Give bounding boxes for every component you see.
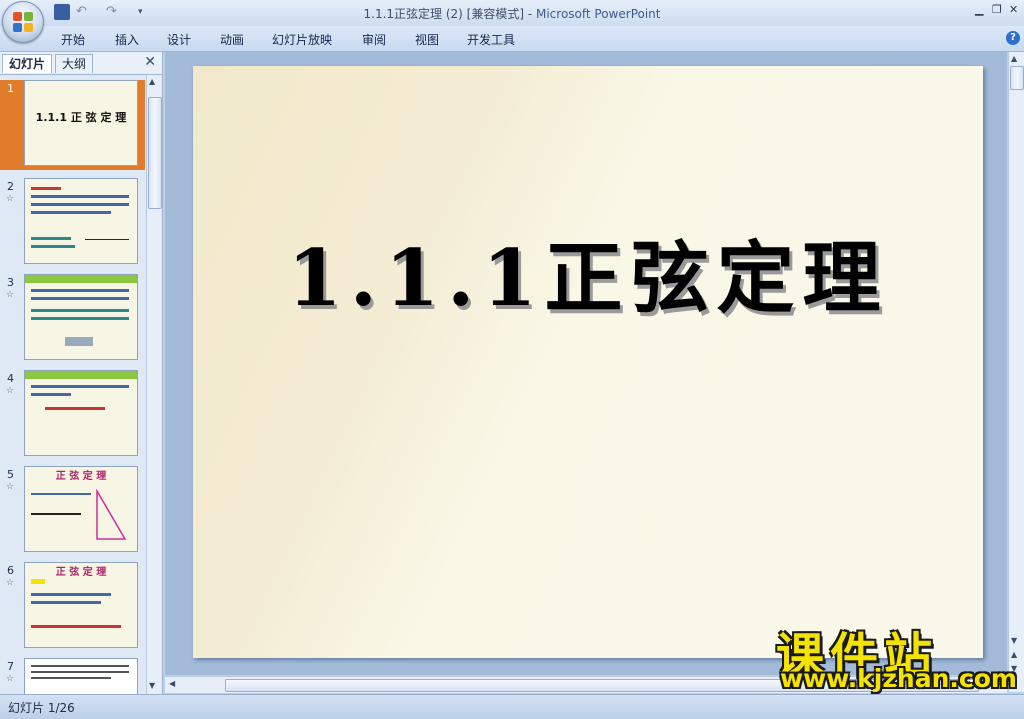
slide-thumbnail[interactable]: 2 ☆ <box>0 178 145 268</box>
slide-preview <box>24 370 138 456</box>
tab-outline[interactable]: 大纲 <box>55 54 94 73</box>
ribbon-tab-bar: 开始 插入 设计 动画 幻灯片放映 审阅 视图 开发工具 ? <box>0 26 1024 52</box>
slide-title[interactable]: 1.1.1正弦定理 <box>193 216 983 328</box>
slide-number: 6 <box>7 564 14 577</box>
animation-star-icon: ☆ <box>6 482 15 492</box>
slide-preview: 正 弦 定 理 <box>24 466 138 552</box>
tab-view[interactable]: 视图 <box>415 31 439 48</box>
scroll-up-icon[interactable]: ▲ <box>1011 54 1017 63</box>
slide-thumbnail-list: 1 1.1.1 正 弦 定 理 2 ☆ 3 ☆ 4 ☆ 5 ☆ 正 弦 定 理 … <box>0 75 145 694</box>
triangle-icon <box>96 489 127 540</box>
scrollbar-thumb[interactable] <box>1010 66 1024 90</box>
tab-slides[interactable]: 幻灯片 <box>2 54 53 73</box>
slide-number: 3 <box>7 276 14 289</box>
scroll-up-icon[interactable]: ▲ <box>149 77 155 86</box>
slide-number: 5 <box>7 468 14 481</box>
minimize-button[interactable]: ▁ <box>975 3 983 16</box>
tab-design[interactable]: 设计 <box>167 31 191 48</box>
previous-slide-icon[interactable]: ▲ <box>1011 650 1017 659</box>
tab-animations[interactable]: 动画 <box>220 31 244 48</box>
tab-developer[interactable]: 开发工具 <box>467 31 515 48</box>
restore-button[interactable]: ❐ <box>992 3 1002 16</box>
tab-slideshow[interactable]: 幻灯片放映 <box>272 31 332 48</box>
slide-number: 2 <box>7 180 14 193</box>
app-name: Microsoft PowerPoint <box>535 7 661 21</box>
status-bar: 幻灯片 1/26 <box>0 694 1024 719</box>
tab-home[interactable]: 开始 <box>61 31 85 48</box>
slide-number: 7 <box>7 660 14 673</box>
document-title: 1.1.1正弦定理 (2) [兼容模式] - <box>363 7 536 21</box>
scroll-down-icon[interactable]: ▼ <box>149 681 155 690</box>
scroll-down-icon[interactable]: ▼ <box>1011 636 1017 645</box>
slide-preview <box>24 658 138 694</box>
slides-pane: 幻灯片 大纲 ✕ 1 1.1.1 正 弦 定 理 2 ☆ 3 ☆ 4 ☆ 5 ☆… <box>0 52 163 694</box>
slide-thumbnail[interactable]: 4 ☆ <box>0 370 145 460</box>
slide-preview: 正 弦 定 理 <box>24 562 138 648</box>
scroll-left-icon[interactable]: ◀ <box>169 679 175 688</box>
slide-vertical-scrollbar[interactable]: ▲ ▼ ▲ ▼ <box>1008 52 1024 692</box>
slide-thumbnail[interactable]: 6 ☆ 正 弦 定 理 <box>0 562 145 652</box>
slide-preview <box>24 274 138 360</box>
animation-star-icon: ☆ <box>6 290 15 300</box>
help-icon[interactable]: ? <box>1006 31 1020 45</box>
thumbnail-scrollbar[interactable]: ▲ ▼ <box>146 75 162 694</box>
scrollbar-thumb[interactable] <box>148 97 162 209</box>
window-title: 1.1.1正弦定理 (2) [兼容模式] - Microsoft PowerPo… <box>0 5 1024 22</box>
animation-star-icon: ☆ <box>6 386 15 396</box>
slide-preview: 1.1.1 正 弦 定 理 <box>24 80 138 166</box>
animation-star-icon: ☆ <box>6 194 15 204</box>
slide-thumbnail[interactable]: 7 ☆ <box>0 658 145 694</box>
slide-number: 4 <box>7 372 14 385</box>
slide-indicator: 幻灯片 1/26 <box>8 701 75 715</box>
slide-thumbnail[interactable]: 3 ☆ <box>0 274 145 364</box>
watermark-url: www.kjzhan.com <box>780 664 1017 693</box>
office-button[interactable] <box>2 1 44 43</box>
office-logo-icon <box>13 12 33 32</box>
title-bar: ↶ ↷ ▾ 1.1.1正弦定理 (2) [兼容模式] - Microsoft P… <box>0 0 1024 27</box>
tab-insert[interactable]: 插入 <box>115 31 139 48</box>
animation-star-icon: ☆ <box>6 674 15 684</box>
slide-preview-title: 正 弦 定 理 <box>55 567 107 578</box>
slide-preview-title: 1.1.1 正 弦 定 理 <box>35 111 127 124</box>
slide-editing-area: 1.1.1正弦定理 <box>165 52 1007 675</box>
close-window-button[interactable]: ✕ <box>1009 3 1018 16</box>
slide-preview-title: 正 弦 定 理 <box>55 471 107 482</box>
current-slide[interactable]: 1.1.1正弦定理 <box>193 66 983 658</box>
pane-close-icon[interactable]: ✕ <box>144 54 156 70</box>
pane-tabs: 幻灯片 大纲 ✕ <box>0 52 162 75</box>
slide-thumbnail[interactable]: 5 ☆ 正 弦 定 理 <box>0 466 145 556</box>
tab-review[interactable]: 审阅 <box>362 31 386 48</box>
animation-star-icon: ☆ <box>6 578 15 588</box>
slide-number: 1 <box>7 82 14 95</box>
slide-preview <box>24 178 138 264</box>
slide-thumbnail[interactable]: 1 1.1.1 正 弦 定 理 <box>0 80 145 170</box>
